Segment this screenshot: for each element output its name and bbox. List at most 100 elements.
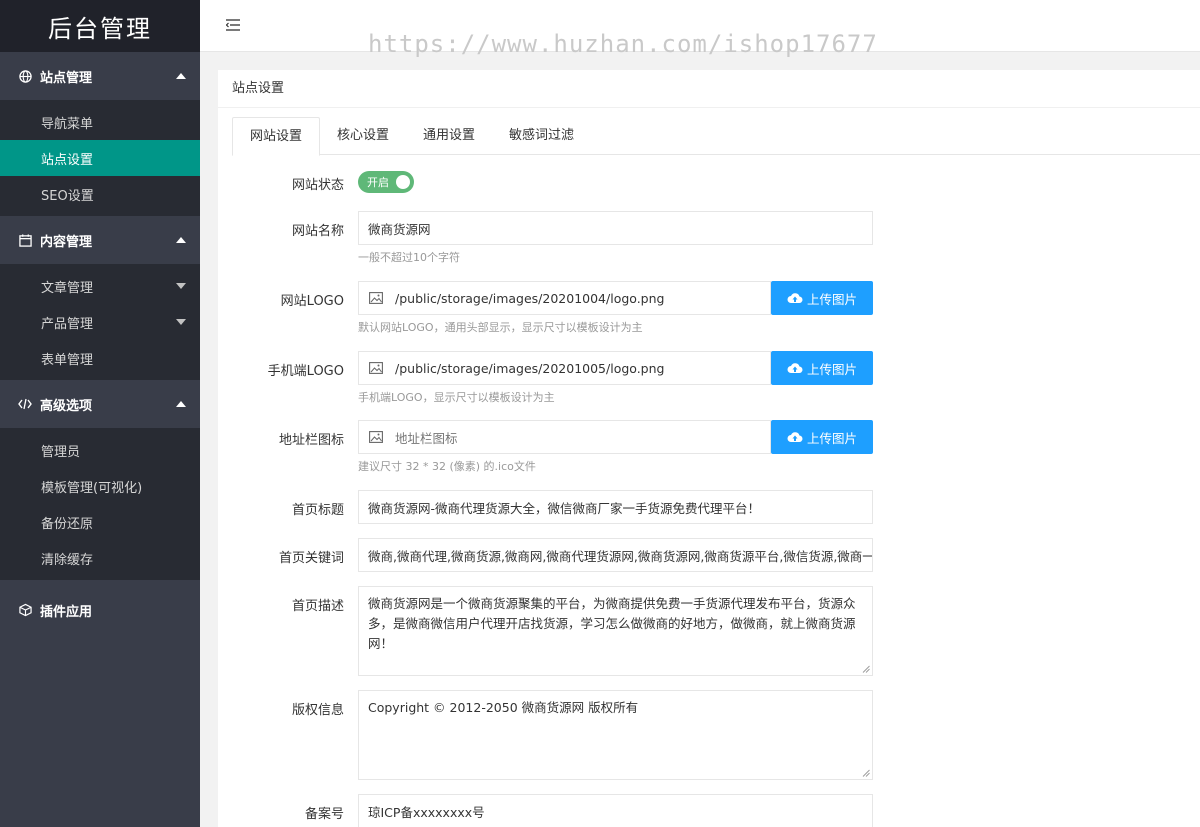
site-status-switch[interactable]: 开启 [358,171,414,193]
top-header: https://www.huzhan.com/ishop17677 [200,0,1200,58]
favicon-input[interactable]: 地址栏图标 [358,420,771,454]
mobile-logo-input[interactable]: /public/storage/images/20201005/logo.png [358,351,771,385]
sidebar-item-seo-settings[interactable]: SEO设置 [0,176,200,212]
site-name-input[interactable]: 微商货源网 [358,211,873,245]
field-hint: 一般不超过10个字符 [358,251,460,264]
caret-up-icon [176,237,186,243]
image-icon [369,431,383,443]
image-icon [369,292,383,304]
sidebar-submenu: 导航菜单 站点设置 SEO设置 [0,100,200,216]
button-label: 上传图片 [806,291,857,307]
input-value: 微商货源网 [368,221,431,237]
sidebar-item-label: 导航菜单 [41,116,94,132]
field-label: 版权信息 [291,703,344,718]
button-label: 上传图片 [806,361,857,377]
caret-up-icon [176,73,186,79]
sidebar-group-advanced-options[interactable]: 高级选项 [0,380,200,428]
textarea-value: 微商货源网是一个微商货源聚集的平台，为微商提供免费一手货源代理发布平台，货源众多… [368,596,856,651]
field-hint: 建议尺寸 32 * 32 (像素) 的.ico文件 [358,460,536,473]
field-label: 手机端LOGO [267,364,344,379]
sidebar-group-label: 插件应用 [40,604,93,620]
input-value: 微商,微商代理,微商货源,微商网,微商代理货源网,微商货源网,微商货源平台,微信… [368,548,873,564]
caret-up-icon [176,401,186,407]
cloud-upload-icon [787,293,803,304]
resize-handle-icon[interactable] [862,769,870,777]
field-label: 网站名称 [291,224,344,239]
field-label: 网站LOGO [280,294,344,309]
sidebar-item-clear-cache[interactable]: 清除缓存 [0,540,200,576]
input-value: 微商货源网-微商代理货源大全，微信微商厂家一手货源免费代理平台！ [368,500,761,516]
image-icon [369,362,383,374]
sidebar-item-label: 备份还原 [41,516,94,532]
home-keywords-input[interactable]: 微商,微商代理,微商货源,微商网,微商代理货源网,微商货源网,微商货源平台,微信… [358,538,873,572]
sidebar-group-label: 站点管理 [40,70,93,86]
field-hint: 默认网站LOGO，通用头部显示，显示尺寸以模板设计为主 [358,321,643,334]
sidebar-group-plugins[interactable]: 插件应用 [0,586,200,634]
upload-mobile-logo-button[interactable]: 上传图片 [771,351,873,385]
sidebar-group-content-management[interactable]: 内容管理 [0,216,200,264]
tab-site-settings[interactable]: 网站设置 [232,117,321,156]
input-placeholder: 地址栏图标 [395,430,458,446]
cube-icon [18,603,32,617]
field-label: 备案号 [304,807,344,822]
sidebar-group-site-management[interactable]: 站点管理 [0,52,200,100]
sidebar-item-site-settings[interactable]: 站点设置 [0,140,200,176]
tab-general-settings[interactable]: 通用设置 [406,117,492,155]
sidebar-item-label: 管理员 [41,444,81,460]
field-label: 网站状态 [291,178,344,193]
input-value: /public/storage/images/20201005/logo.png [395,360,665,376]
sidebar-item-product-management[interactable]: 产品管理 [0,304,200,340]
button-label: 上传图片 [806,430,857,446]
globe-icon [18,69,32,83]
resize-handle-icon[interactable] [862,665,870,673]
field-hint: 手机端LOGO，显示尺寸以模板设计为主 [358,391,555,404]
icp-input[interactable]: 琼ICP备xxxxxxxx号 [358,794,873,827]
card-title: 站点设置 [218,70,1200,108]
switch-text: 开启 [367,176,389,189]
sidebar-submenu: 管理员 模板管理(可视化) 备份还原 清除缓存 [0,428,200,580]
sidebar-item-nav-menu[interactable]: 导航菜单 [0,104,200,140]
tab-sensitive-words[interactable]: 敏感词过滤 [492,117,591,155]
settings-card: 站点设置 网站设置 核心设置 通用设置 敏感词过滤 网站状态 开启 网站名称 微… [218,70,1200,827]
field-label: 首页关键词 [278,551,344,566]
home-description-textarea[interactable]: 微商货源网是一个微商货源聚集的平台，为微商提供免费一手货源代理发布平台，货源众多… [358,586,873,676]
sidebar-group-label: 高级选项 [40,398,93,414]
sidebar-item-administrators[interactable]: 管理员 [0,432,200,468]
sidebar-item-template-management[interactable]: 模板管理(可视化) [0,468,200,504]
switch-knob [396,175,410,189]
upload-site-logo-button[interactable]: 上传图片 [771,281,873,315]
caret-down-icon [176,319,186,325]
caret-down-icon [176,283,186,289]
sidebar-item-label: SEO设置 [41,188,94,204]
field-label: 首页标题 [291,503,344,518]
watermark-text: https://www.huzhan.com/ishop17677 [368,30,878,58]
settings-tabs: 网站设置 核心设置 通用设置 敏感词过滤 [232,117,1200,156]
calendar-icon [18,233,32,247]
tab-core-settings[interactable]: 核心设置 [320,117,406,155]
site-logo-input[interactable]: /public/storage/images/20201004/logo.png [358,281,771,315]
code-icon [18,397,32,411]
sidebar-item-label: 站点设置 [41,152,94,168]
cloud-upload-icon [787,432,803,443]
field-label: 地址栏图标 [278,433,344,448]
field-label: 首页描述 [291,599,344,614]
sidebar-item-label: 产品管理 [41,316,94,332]
textarea-value: Copyright © 2012-2050 微商货源网 版权所有 [368,700,639,715]
menu-toggle-icon[interactable] [226,18,242,32]
cloud-upload-icon [787,363,803,374]
input-value: 琼ICP备xxxxxxxx号 [368,804,485,820]
app-logo[interactable]: 后台管理 [0,0,200,52]
sidebar-group-label: 内容管理 [40,234,93,250]
sidebar: 后台管理 站点管理 导航菜单 站点设置 SEO设置 内容管理 文章管理 产品管理… [0,0,200,827]
sidebar-item-label: 文章管理 [41,280,94,296]
copyright-textarea[interactable]: Copyright © 2012-2050 微商货源网 版权所有 [358,690,873,780]
input-value: /public/storage/images/20201004/logo.png [395,290,665,306]
sidebar-submenu: 文章管理 产品管理 表单管理 [0,264,200,380]
sidebar-item-backup-restore[interactable]: 备份还原 [0,504,200,540]
home-title-input[interactable]: 微商货源网-微商代理货源大全，微信微商厂家一手货源免费代理平台！ [358,490,873,524]
sidebar-item-label: 表单管理 [41,352,94,368]
sidebar-item-form-management[interactable]: 表单管理 [0,340,200,376]
sidebar-item-label: 模板管理(可视化) [41,480,143,496]
sidebar-item-article-management[interactable]: 文章管理 [0,268,200,304]
upload-favicon-button[interactable]: 上传图片 [771,420,873,454]
